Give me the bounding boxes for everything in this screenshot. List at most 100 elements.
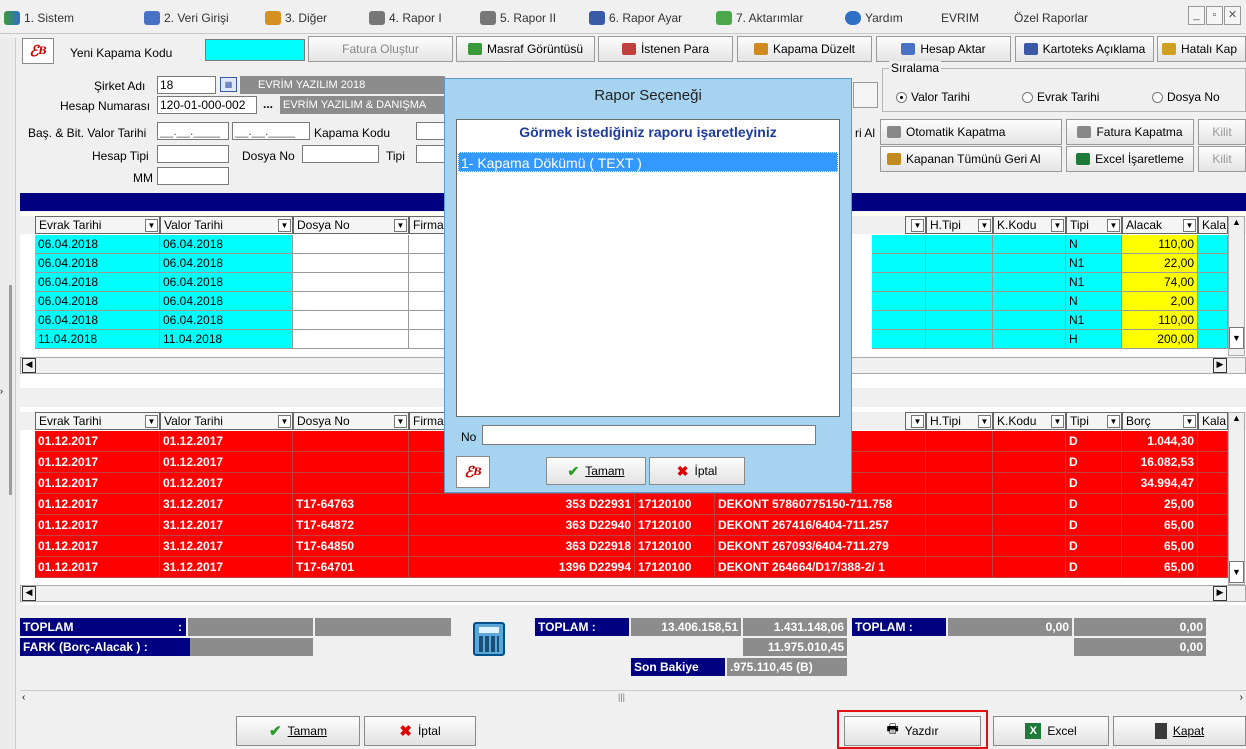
dropdown-icon[interactable]: ▼	[978, 219, 991, 232]
dropdown-icon[interactable]: ▼	[1183, 219, 1196, 232]
excel-button[interactable]: X Excel	[993, 716, 1109, 746]
dropdown-icon[interactable]: ▼	[278, 219, 291, 232]
dropdown-icon[interactable]: ▼	[145, 219, 158, 232]
col-firma[interactable]: Firma	[409, 412, 449, 430]
dropdown-icon[interactable]: ▼	[911, 219, 924, 232]
col-h-tipi[interactable]: H.Tipi ▼	[926, 216, 993, 234]
kapama-duzelt-button[interactable]: Kapama Düzelt	[737, 36, 872, 62]
dropdown-icon[interactable]: ▼	[978, 415, 991, 428]
dropdown-icon[interactable]: ▼	[394, 415, 407, 428]
menu-veri-girisi[interactable]: 2. Veri Girişi	[144, 9, 229, 27]
col-h-tipi[interactable]: H.Tipi ▼	[926, 412, 993, 430]
dropdown-icon[interactable]: ▼	[911, 415, 924, 428]
col-evrak-tarihi[interactable]: Evrak Tarihi ▼	[35, 216, 160, 234]
kartoteks-aciklama-button[interactable]: Kartoteks Açıklama	[1015, 36, 1154, 62]
kilit-button-1[interactable]: Kilit	[1198, 119, 1246, 145]
col-k-kodu[interactable]: K.Kodu ▼	[993, 412, 1066, 430]
scroll-thumb-icon[interactable]: |||	[618, 692, 625, 702]
calculator-icon[interactable]	[473, 622, 505, 656]
kilit-button-2[interactable]: Kilit	[1198, 146, 1246, 172]
masraf-goruntusu-button[interactable]: Masraf Görüntüsü	[456, 36, 595, 62]
col-valor-tarihi[interactable]: Valor Tarihi ▼	[160, 412, 293, 430]
col-k-kodu[interactable]: K.Kodu ▼	[993, 216, 1066, 234]
tipi-input[interactable]	[416, 145, 446, 163]
fatura-kapatma-button[interactable]: Fatura Kapatma	[1066, 119, 1194, 145]
close-icon[interactable]: ✕	[1224, 6, 1241, 25]
dropdown-icon[interactable]: ▼	[1107, 415, 1120, 428]
report-listbox[interactable]: Görmek istediğiniz raporu işaretleyiniz …	[456, 119, 840, 417]
scroll-down-icon[interactable]: ▼	[1229, 561, 1244, 583]
scroll-right-icon[interactable]: ▶	[1213, 586, 1227, 601]
dosya-no-input[interactable]	[302, 145, 379, 163]
menu-sistem[interactable]: 1. Sistem	[4, 9, 74, 27]
col-evrak-tarihi[interactable]: Evrak Tarihi ▼	[35, 412, 160, 430]
excel-isaretleme-button[interactable]: Excel İşaretleme	[1066, 146, 1194, 172]
dropdown-icon[interactable]: ▼	[394, 219, 407, 232]
col-valor-tarihi[interactable]: Valor Tarihi ▼	[160, 216, 293, 234]
report-item-kapama-dokumu[interactable]: 1- Kapama Dökümü ( TEXT )	[458, 152, 838, 172]
table-row[interactable]: 01.12.2017 31.12.2017 T17-64872 363 D22940 1…	[20, 515, 1228, 536]
scroll-up-icon[interactable]: ▲	[1229, 413, 1244, 423]
iptal-button[interactable]: ✖ İptal	[364, 716, 476, 746]
no-input[interactable]	[482, 425, 816, 445]
table-row[interactable]: 01.12.2017 31.12.2017 T17-64763 353 D22931 1…	[20, 494, 1228, 515]
col-dosya-no[interactable]: Dosya No ▼	[293, 216, 409, 234]
lower-vscroll[interactable]: ▲ ▼	[1228, 412, 1245, 585]
sirket-input[interactable]: 18	[157, 76, 216, 94]
siralama-valor-radio[interactable]: Valor Tarihi	[896, 90, 970, 104]
col-firma[interactable]: Firma	[409, 216, 449, 234]
otomatik-kapatma-button[interactable]: Otomatik Kapatma	[880, 119, 1062, 145]
menu-rapor-1[interactable]: 4. Rapor I	[369, 9, 442, 27]
kapanan-geri-al-button[interactable]: Kapanan Tümünü Geri Al	[880, 146, 1062, 172]
yazdir-button[interactable]: 🖶 Yazdır	[844, 716, 981, 746]
col-filter[interactable]: ▼	[905, 412, 926, 430]
mm-input[interactable]	[157, 167, 229, 185]
valor-start-input[interactable]: __.__.____	[157, 122, 229, 140]
hesap-tipi-input[interactable]	[157, 145, 229, 163]
dropdown-icon[interactable]: ▼	[1107, 219, 1120, 232]
splitter-handle[interactable]	[9, 285, 12, 495]
col-kalan[interactable]: Kala	[1198, 216, 1228, 234]
fatura-olustur-button[interactable]: Fatura Oluştur	[308, 36, 453, 62]
dropdown-icon[interactable]: ▼	[278, 415, 291, 428]
dropdown-icon[interactable]: ▼	[1051, 415, 1064, 428]
table-row[interactable]: 01.12.2017 31.12.2017 T17-64701 1396 D22994…	[20, 557, 1228, 578]
col-tipi[interactable]: Tipi ▼	[1066, 216, 1122, 234]
scroll-down-icon[interactable]: ▼	[1229, 327, 1244, 349]
scroll-right-icon[interactable]: ›	[1240, 692, 1243, 703]
siralama-dosya-radio[interactable]: Dosya No	[1152, 90, 1220, 104]
hesap-aktar-button[interactable]: Hesap Aktar	[876, 36, 1011, 62]
page-hscroll[interactable]: ‹ ||| ›	[20, 690, 1246, 707]
scroll-left-icon[interactable]: ◀	[22, 358, 36, 373]
side-button[interactable]	[853, 82, 878, 108]
new-code-input[interactable]	[205, 39, 305, 61]
menu-aktarimlar[interactable]: 7. Aktarımlar	[716, 9, 803, 27]
dropdown-icon[interactable]: ▼	[145, 415, 158, 428]
hatali-kapama-button[interactable]: Hatalı Kap	[1157, 36, 1246, 62]
tamam-button[interactable]: ✔ Tamam	[236, 716, 360, 746]
menu-rapor-ayar[interactable]: 6. Rapor Ayar	[589, 9, 682, 27]
restore-icon[interactable]: ▫	[1206, 6, 1223, 25]
col-dosya-no[interactable]: Dosya No ▼	[293, 412, 409, 430]
menu-ozel-raporlar[interactable]: Özel Raporlar	[1014, 9, 1088, 27]
dropdown-icon[interactable]: ▼	[1051, 219, 1064, 232]
scroll-right-icon[interactable]: ▶	[1213, 358, 1227, 373]
col-kalan[interactable]: Kala	[1198, 412, 1228, 430]
hesap-input[interactable]: 120-01-000-002	[157, 96, 257, 114]
col-borc[interactable]: Borç ▼	[1122, 412, 1198, 430]
minimize-icon[interactable]: _	[1188, 6, 1205, 25]
col-tipi[interactable]: Tipi ▼	[1066, 412, 1122, 430]
menu-rapor-2[interactable]: 5. Rapor II	[480, 9, 556, 27]
col-filter[interactable]: ▼	[905, 216, 926, 234]
col-alacak[interactable]: Alacak ▼	[1122, 216, 1198, 234]
siralama-evrak-radio[interactable]: Evrak Tarihi	[1022, 90, 1099, 104]
dropdown-icon[interactable]: ▼	[1183, 415, 1196, 428]
table-row[interactable]: 01.12.2017 31.12.2017 T17-64850 363 D22918 1…	[20, 536, 1228, 557]
scroll-left-icon[interactable]: ◀	[22, 586, 36, 601]
calendar-icon[interactable]: ▦	[220, 77, 237, 92]
menu-yardim[interactable]: Yardım	[845, 9, 903, 27]
menu-diger[interactable]: 3. Diğer	[265, 9, 327, 27]
kapat-button[interactable]: Kapat	[1113, 716, 1246, 746]
dialog-iptal-button[interactable]: ✖ İptal	[649, 457, 745, 485]
scroll-up-icon[interactable]: ▲	[1229, 217, 1244, 227]
